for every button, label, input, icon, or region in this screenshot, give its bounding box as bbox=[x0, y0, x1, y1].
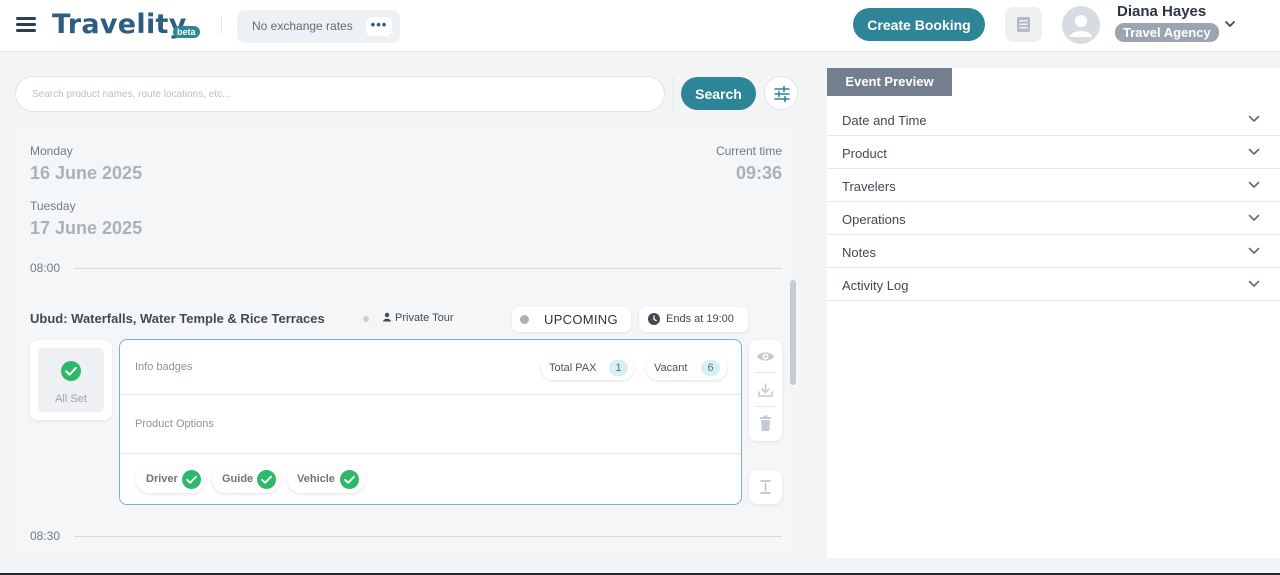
chevron-down-icon[interactable] bbox=[1223, 17, 1237, 36]
top-header: Travelity beta No exchange rates ••• Cre… bbox=[0, 0, 1280, 52]
accordion-label: Travelers bbox=[842, 179, 896, 194]
resource-label: Guide bbox=[222, 473, 254, 485]
ends-at-label: Ends at 19:00 bbox=[666, 313, 734, 325]
resource-label: Vehicle bbox=[297, 473, 335, 485]
event-preview-panel: Event Preview Date and Time Product Trav… bbox=[827, 68, 1280, 558]
accordion-notes[interactable]: Notes bbox=[827, 235, 1280, 268]
user-icon[interactable] bbox=[1062, 6, 1100, 44]
weekday-label: Tuesday bbox=[30, 199, 76, 213]
event-card[interactable]: Info badges Total PAX 1 Vacant 6 Product… bbox=[119, 339, 742, 505]
schedule-scrollbar[interactable] bbox=[790, 280, 796, 385]
tour-type: Private Tour bbox=[382, 312, 454, 324]
accordion-label: Date and Time bbox=[842, 113, 927, 128]
schedule-panel: Monday 16 June 2025 Current time 09:36 T… bbox=[15, 124, 798, 558]
document-icon[interactable] bbox=[1005, 7, 1042, 42]
accordion-operations[interactable]: Operations bbox=[827, 202, 1280, 235]
total-pax-badge: Total PAX 1 bbox=[541, 356, 634, 380]
vacant-badge: Vacant 6 bbox=[646, 356, 727, 380]
accordion-label: Product bbox=[842, 146, 887, 161]
vehicle-resource[interactable]: Vehicle bbox=[287, 466, 365, 493]
event-title[interactable]: Ubud: Waterfalls, Water Temple & Rice Te… bbox=[30, 311, 325, 326]
info-badges-label: Info badges bbox=[135, 361, 193, 373]
chevron-down-icon bbox=[1248, 247, 1260, 254]
user-name: Diana Hayes bbox=[1117, 3, 1207, 20]
check-circle-icon bbox=[340, 470, 359, 489]
card-divider bbox=[120, 394, 741, 395]
current-time-label: Current time bbox=[715, 144, 782, 158]
tour-type-label: Private Tour bbox=[395, 312, 454, 324]
dot-icon bbox=[363, 316, 369, 322]
accordion-product[interactable]: Product bbox=[827, 136, 1280, 169]
all-set-label: All Set bbox=[55, 393, 87, 405]
chevron-down-icon bbox=[1248, 214, 1260, 221]
status-label: UPCOMING bbox=[544, 312, 618, 327]
date-label: 16 June 2025 bbox=[30, 163, 143, 183]
badge-label: Total PAX bbox=[549, 362, 597, 374]
accordion-activity-log[interactable]: Activity Log bbox=[827, 268, 1280, 301]
hour-label: 08:30 bbox=[30, 529, 61, 543]
download-icon[interactable] bbox=[755, 380, 776, 401]
exchange-rates-label: No exchange rates bbox=[252, 19, 353, 33]
expand-vertical-icon[interactable] bbox=[749, 470, 782, 504]
dot-icon bbox=[520, 315, 529, 324]
resource-label: Driver bbox=[146, 473, 178, 485]
accordion-travelers[interactable]: Travelers bbox=[827, 169, 1280, 202]
current-time-value: 09:36 bbox=[735, 163, 782, 183]
search-input[interactable] bbox=[15, 76, 665, 112]
app-logo[interactable]: Travelity bbox=[52, 9, 187, 40]
card-divider bbox=[120, 453, 741, 454]
actions-divider bbox=[755, 372, 776, 373]
chevron-down-icon bbox=[1248, 115, 1260, 122]
driver-resource[interactable]: Driver bbox=[136, 466, 205, 493]
accordion-label: Operations bbox=[842, 212, 906, 227]
chevron-down-icon bbox=[1248, 280, 1260, 287]
hamburger-icon[interactable] bbox=[16, 16, 36, 32]
exchange-rates-widget[interactable]: No exchange rates ••• bbox=[237, 10, 400, 43]
check-circle-icon bbox=[257, 470, 276, 489]
weekday-label: Monday bbox=[30, 144, 73, 158]
accordion-label: Activity Log bbox=[842, 278, 909, 293]
ends-at-badge: Ends at 19:00 bbox=[639, 307, 748, 332]
hour-line bbox=[74, 536, 782, 537]
all-set-status[interactable]: All Set bbox=[30, 340, 112, 420]
hour-label: 08:00 bbox=[30, 261, 61, 275]
chevron-down-icon bbox=[1248, 181, 1260, 188]
more-icon[interactable]: ••• bbox=[366, 17, 392, 36]
status-badge: UPCOMING bbox=[512, 307, 631, 332]
event-preview-tab[interactable]: Event Preview bbox=[827, 68, 952, 96]
product-options-label: Product Options bbox=[135, 418, 214, 430]
sliders-icon[interactable] bbox=[764, 76, 798, 110]
all-set-inner: All Set bbox=[38, 348, 104, 412]
chevron-down-icon bbox=[1248, 148, 1260, 155]
actions-divider bbox=[755, 406, 776, 407]
check-circle-icon bbox=[182, 470, 201, 489]
check-circle-icon bbox=[61, 361, 81, 381]
badge-count: 1 bbox=[609, 360, 628, 376]
clock-icon bbox=[648, 313, 660, 325]
search-button[interactable]: Search bbox=[681, 77, 756, 110]
user-role-badge: Travel Agency bbox=[1115, 23, 1219, 42]
date-label: 17 June 2025 bbox=[30, 218, 143, 238]
badge-label: Vacant bbox=[654, 362, 688, 374]
header-divider bbox=[221, 16, 222, 34]
accordion-date-and-time[interactable]: Date and Time bbox=[827, 103, 1280, 136]
accordion-label: Notes bbox=[842, 245, 876, 260]
search-divider bbox=[673, 76, 674, 112]
guide-resource[interactable]: Guide bbox=[212, 466, 280, 493]
eye-icon[interactable] bbox=[755, 346, 776, 367]
user-icon bbox=[383, 312, 391, 322]
event-actions bbox=[749, 340, 782, 441]
badge-count: 6 bbox=[701, 360, 720, 376]
hour-line bbox=[74, 268, 782, 269]
trash-icon[interactable] bbox=[755, 413, 776, 434]
create-booking-button[interactable]: Create Booking bbox=[853, 8, 985, 41]
beta-badge: beta bbox=[173, 26, 200, 38]
